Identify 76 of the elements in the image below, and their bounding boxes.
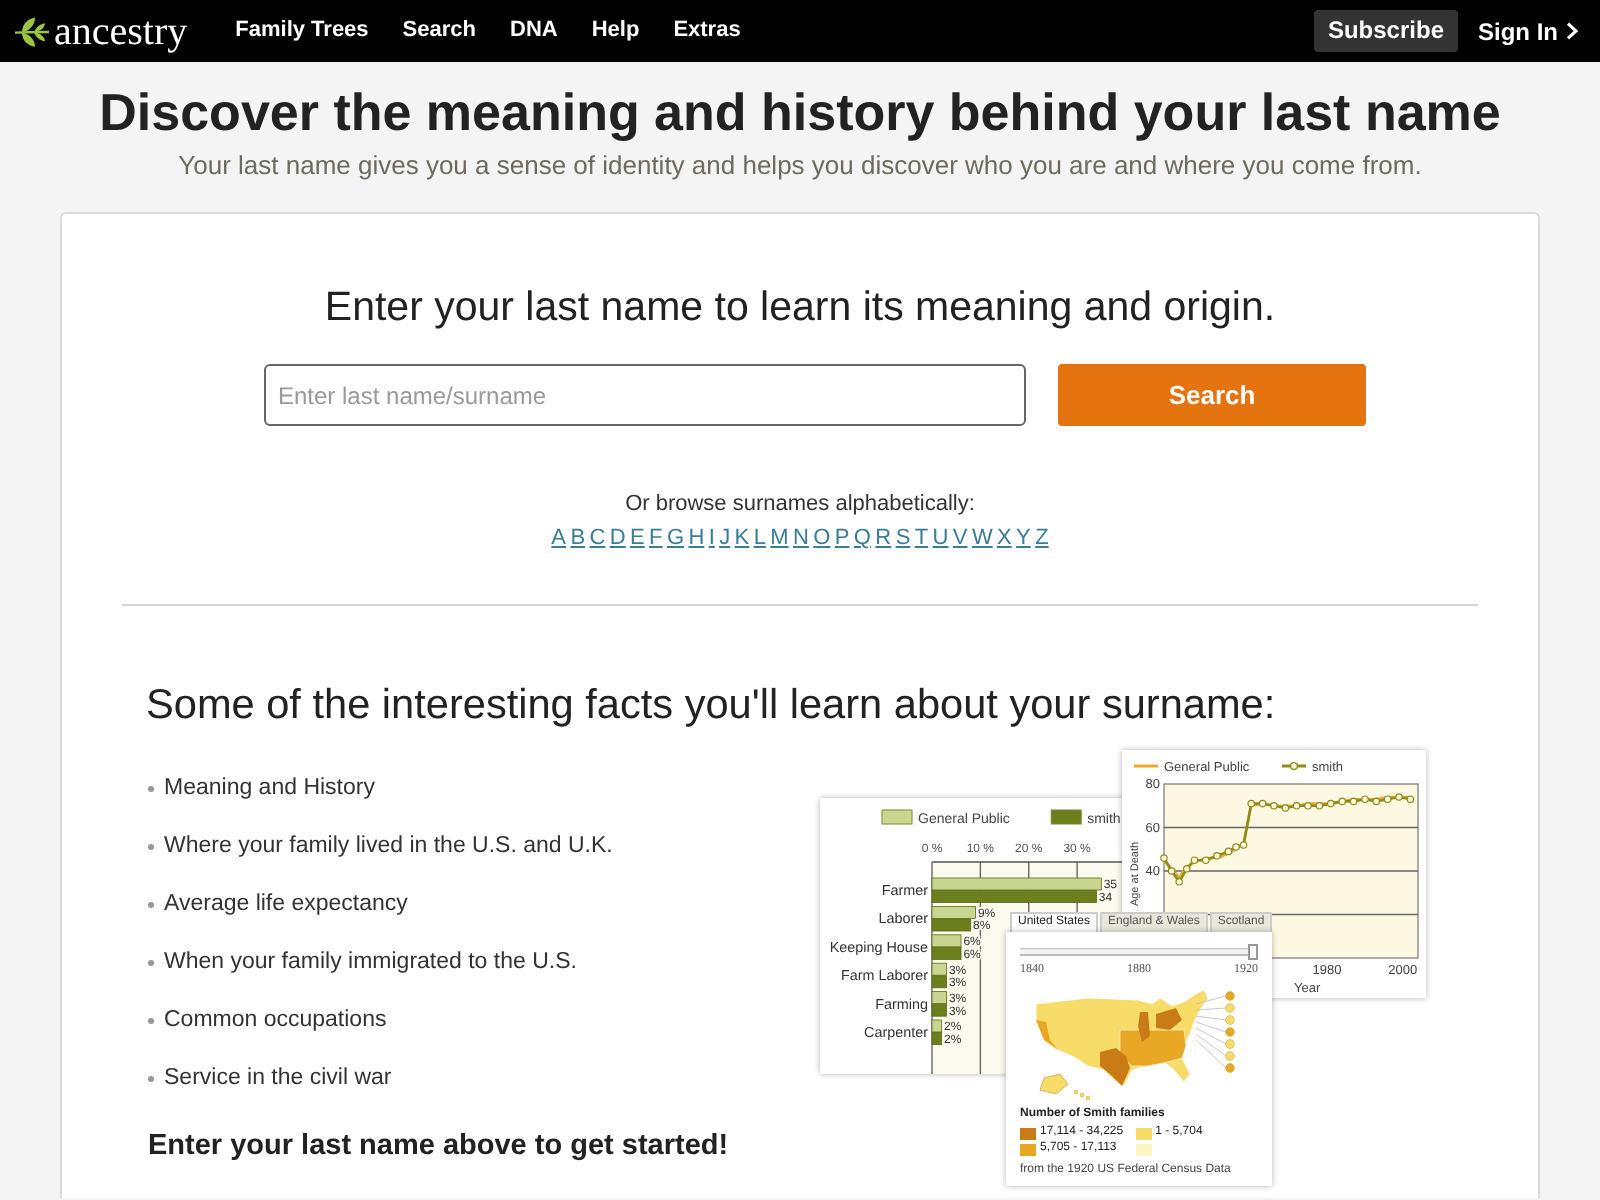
data-point <box>1406 795 1415 803</box>
nav-link[interactable]: Help <box>591 14 640 48</box>
nav-link[interactable]: Extras <box>673 14 741 48</box>
data-point <box>1247 799 1255 808</box>
bullet-icon <box>148 1017 154 1023</box>
letter-link[interactable]: F <box>649 522 663 556</box>
data-point <box>1258 799 1267 808</box>
data-point <box>1202 856 1210 864</box>
page-subtitle: Your last name gives you a sense of identity and helps you discover who you are and where you come from. <box>176 150 1424 182</box>
nav-link[interactable]: Family Trees <box>235 14 369 48</box>
fact-text: When your family immigrated to the U.S. <box>164 948 577 978</box>
letter-link[interactable]: K <box>734 522 750 556</box>
call-to-action: Enter your last name above to get started! <box>148 1128 731 1166</box>
fact-text: Common occupations <box>164 1006 387 1036</box>
data-point <box>1167 867 1176 875</box>
data-point <box>1175 878 1183 886</box>
letter-link[interactable]: Z <box>1035 522 1049 556</box>
letter-link[interactable]: U <box>932 522 949 556</box>
data-point <box>1383 795 1392 803</box>
bullet-icon <box>148 843 154 849</box>
letter-link[interactable]: N <box>793 522 809 556</box>
letter-link[interactable]: R <box>875 522 892 556</box>
bullet-icon <box>148 1075 154 1081</box>
data-point <box>1338 797 1346 806</box>
search-heading: Enter your last name to learn its meaning and origin. <box>322 282 1278 334</box>
letter-link[interactable]: Q <box>853 522 871 556</box>
nav-link[interactable]: Search <box>402 14 476 48</box>
browse-label: Or browse surnames alphabetically: <box>623 490 977 520</box>
letter-link[interactable]: S <box>895 522 911 556</box>
chevron-right-icon <box>1566 22 1578 40</box>
letter-link[interactable]: W <box>971 522 993 556</box>
letter-link[interactable]: J <box>719 522 731 556</box>
bullet-icon <box>148 959 154 965</box>
nav-link[interactable]: DNA <box>510 14 558 48</box>
subscribe-button[interactable]: Subscribe <box>1313 10 1458 52</box>
data-point <box>1315 802 1324 810</box>
slider-thumb[interactable] <box>1248 944 1258 960</box>
letter-link[interactable]: T <box>914 522 929 556</box>
letter-link[interactable]: G <box>666 522 685 556</box>
page-title: Discover the meaning and history behind your last name <box>97 82 1503 144</box>
sign-in-link[interactable]: Sign In <box>1478 13 1578 49</box>
letter-link[interactable]: X <box>997 522 1012 556</box>
leaf-icon <box>14 15 50 47</box>
data-point <box>1361 795 1369 803</box>
bullet-icon <box>148 901 154 907</box>
surname-input[interactable]: Enter last name/surname <box>264 364 1026 426</box>
search-button[interactable]: Search <box>1058 364 1366 426</box>
letter-link[interactable]: C <box>589 522 606 556</box>
letter-link[interactable]: M <box>770 522 789 556</box>
letter-link[interactable]: O <box>813 522 831 556</box>
letter-link[interactable]: A <box>551 522 567 556</box>
letter-link[interactable]: D <box>609 522 626 556</box>
facts-heading: Some of the interesting facts you'll learn about your surname: <box>146 680 1278 732</box>
letter-link[interactable]: Y <box>1016 522 1031 556</box>
fact-text: Meaning and History <box>164 774 375 804</box>
fact-text: Average life expectancy <box>164 890 408 920</box>
letter-link[interactable]: P <box>834 522 850 556</box>
letter-link[interactable]: B <box>570 522 586 556</box>
data-point <box>1160 854 1168 862</box>
bullet-icon <box>148 785 154 791</box>
fact-text: Service in the civil war <box>164 1064 392 1094</box>
data-point <box>1349 797 1358 806</box>
slider-track[interactable] <box>1020 944 1258 960</box>
letter-link[interactable]: L <box>753 522 766 556</box>
data-point <box>1327 799 1335 808</box>
letter-link[interactable]: H <box>688 522 705 556</box>
data-point <box>1270 802 1278 810</box>
fact-text: Where your family lived in the U.S. and U.K. <box>164 832 613 862</box>
logo-link[interactable]: ancestry <box>14 11 188 51</box>
letter-link[interactable]: E <box>630 522 645 556</box>
data-point <box>1395 793 1403 801</box>
data-point <box>1213 852 1221 860</box>
letter-link[interactable]: V <box>952 522 968 556</box>
letter-link[interactable]: I <box>708 522 715 556</box>
data-point <box>1372 797 1380 806</box>
data-point <box>1304 802 1312 810</box>
